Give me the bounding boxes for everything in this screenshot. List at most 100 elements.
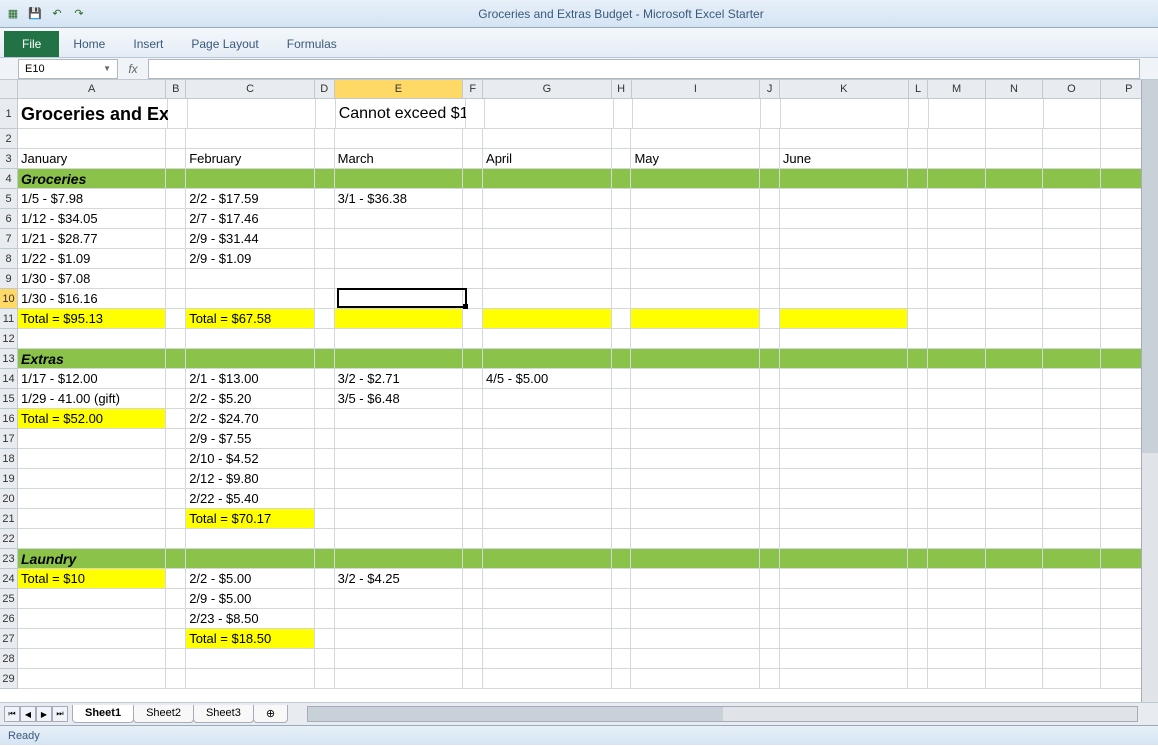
- row-header-4[interactable]: 4: [0, 169, 17, 189]
- cell-G28[interactable]: [483, 649, 612, 669]
- cell-O3[interactable]: [1043, 149, 1100, 169]
- cell-B5[interactable]: [166, 189, 186, 209]
- cell-D4[interactable]: [315, 169, 335, 189]
- cell-M5[interactable]: [928, 189, 985, 209]
- cell-I14[interactable]: [631, 369, 760, 389]
- cell-D24[interactable]: [315, 569, 335, 589]
- cell-I8[interactable]: [631, 249, 760, 269]
- cell-N9[interactable]: [986, 269, 1043, 289]
- row-header-1[interactable]: 1: [0, 99, 17, 129]
- cell-J25[interactable]: [760, 589, 780, 609]
- cell-D8[interactable]: [315, 249, 335, 269]
- cell-K6[interactable]: [780, 209, 909, 229]
- row-header-28[interactable]: 28: [0, 649, 17, 669]
- cell-K15[interactable]: [780, 389, 909, 409]
- cell-K13[interactable]: [780, 349, 909, 369]
- cell-K28[interactable]: [780, 649, 909, 669]
- cell-M17[interactable]: [928, 429, 985, 449]
- cell-K9[interactable]: [780, 269, 909, 289]
- cell-O9[interactable]: [1043, 269, 1100, 289]
- cell-D6[interactable]: [315, 209, 335, 229]
- cell-C23[interactable]: [186, 549, 315, 569]
- cell-O14[interactable]: [1043, 369, 1100, 389]
- cell-H18[interactable]: [612, 449, 632, 469]
- cell-K18[interactable]: [780, 449, 909, 469]
- name-box[interactable]: E10 ▼: [18, 59, 118, 79]
- cell-K5[interactable]: [780, 189, 909, 209]
- name-box-dropdown-icon[interactable]: ▼: [103, 64, 111, 73]
- cell-G2[interactable]: [483, 129, 612, 149]
- column-header-I[interactable]: I: [632, 80, 761, 98]
- row-header-7[interactable]: 7: [0, 229, 17, 249]
- cell-F3[interactable]: [463, 149, 483, 169]
- row-header-10[interactable]: 10: [0, 289, 17, 309]
- cell-F26[interactable]: [463, 609, 483, 629]
- cell-H16[interactable]: [612, 409, 632, 429]
- cell-O11[interactable]: [1043, 309, 1100, 329]
- cell-A13[interactable]: Extras: [18, 349, 166, 369]
- cell-H26[interactable]: [612, 609, 632, 629]
- cell-O4[interactable]: [1043, 169, 1100, 189]
- sheet-tab-sheet2[interactable]: Sheet2: [133, 705, 194, 723]
- cell-G8[interactable]: [483, 249, 612, 269]
- cell-D2[interactable]: [315, 129, 335, 149]
- cell-F1[interactable]: [466, 99, 486, 129]
- cell-G14[interactable]: 4/5 - $5.00: [483, 369, 612, 389]
- row-header-9[interactable]: 9: [0, 269, 17, 289]
- cell-F10[interactable]: [463, 289, 483, 309]
- cell-L9[interactable]: [908, 269, 928, 289]
- cell-N12[interactable]: [986, 329, 1043, 349]
- cell-H12[interactable]: [612, 329, 632, 349]
- cell-D27[interactable]: [315, 629, 335, 649]
- cell-A14[interactable]: 1/17 - $12.00: [18, 369, 166, 389]
- cell-F28[interactable]: [463, 649, 483, 669]
- cell-D23[interactable]: [315, 549, 335, 569]
- cell-H29[interactable]: [612, 669, 632, 689]
- cell-B8[interactable]: [166, 249, 186, 269]
- cell-M29[interactable]: [928, 669, 985, 689]
- cell-L20[interactable]: [908, 489, 928, 509]
- cell-M16[interactable]: [928, 409, 985, 429]
- row-header-3[interactable]: 3: [0, 149, 17, 169]
- cell-I20[interactable]: [631, 489, 760, 509]
- row-header-14[interactable]: 14: [0, 369, 17, 389]
- cell-J17[interactable]: [760, 429, 780, 449]
- cell-F23[interactable]: [463, 549, 483, 569]
- cell-H20[interactable]: [612, 489, 632, 509]
- cell-F16[interactable]: [463, 409, 483, 429]
- cell-D17[interactable]: [315, 429, 335, 449]
- cell-C4[interactable]: [186, 169, 315, 189]
- cell-E16[interactable]: [335, 409, 464, 429]
- cell-L4[interactable]: [908, 169, 928, 189]
- sheet-nav-next-icon[interactable]: ▶: [36, 706, 52, 722]
- cell-A22[interactable]: [18, 529, 166, 549]
- cell-C16[interactable]: 2/2 - $24.70: [186, 409, 315, 429]
- cell-E3[interactable]: March: [335, 149, 464, 169]
- cell-G3[interactable]: April: [483, 149, 612, 169]
- column-header-M[interactable]: M: [928, 80, 985, 98]
- cell-C25[interactable]: 2/9 - $5.00: [186, 589, 315, 609]
- cell-O18[interactable]: [1043, 449, 1100, 469]
- cell-E2[interactable]: [335, 129, 464, 149]
- cell-E19[interactable]: [335, 469, 464, 489]
- cell-G15[interactable]: [483, 389, 612, 409]
- cell-C7[interactable]: 2/9 - $31.44: [186, 229, 315, 249]
- cell-N6[interactable]: [986, 209, 1043, 229]
- row-header-13[interactable]: 13: [0, 349, 17, 369]
- cell-E15[interactable]: 3/5 - $6.48: [335, 389, 464, 409]
- cell-K8[interactable]: [780, 249, 909, 269]
- column-header-F[interactable]: F: [463, 80, 483, 98]
- cell-K26[interactable]: [780, 609, 909, 629]
- cell-H28[interactable]: [612, 649, 632, 669]
- cell-N21[interactable]: [986, 509, 1043, 529]
- cell-L3[interactable]: [908, 149, 928, 169]
- cell-G23[interactable]: [483, 549, 612, 569]
- cell-L6[interactable]: [908, 209, 928, 229]
- cell-J11[interactable]: [760, 309, 780, 329]
- cell-K4[interactable]: [780, 169, 909, 189]
- cell-L25[interactable]: [908, 589, 928, 609]
- cell-M9[interactable]: [928, 269, 985, 289]
- cell-A19[interactable]: [18, 469, 166, 489]
- cell-F12[interactable]: [463, 329, 483, 349]
- cell-I25[interactable]: [631, 589, 760, 609]
